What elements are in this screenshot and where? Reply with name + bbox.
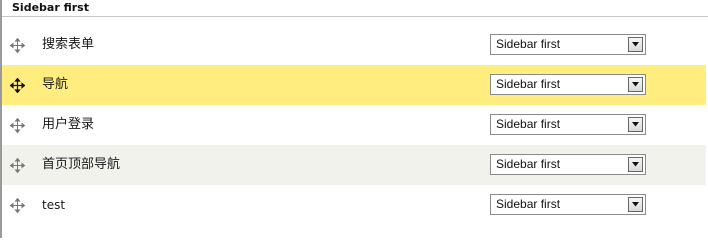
drag-handle-icon[interactable] <box>10 198 25 213</box>
block-table: 搜索表单 Sidebar first 导航 Sidebar first 用户登录… <box>2 25 706 225</box>
region-select-value: Sidebar first <box>496 37 561 51</box>
drag-handle-icon[interactable] <box>10 38 25 53</box>
table-row: 用户登录 Sidebar first <box>2 105 706 145</box>
block-label: 导航 <box>42 77 69 92</box>
region-select-value: Sidebar first <box>496 197 561 211</box>
table-row: 首页顶部导航 Sidebar first <box>2 145 706 185</box>
table-row: 搜索表单 Sidebar first <box>2 25 706 65</box>
dropdown-arrow-icon[interactable] <box>628 117 643 132</box>
dropdown-arrow-icon[interactable] <box>628 157 643 172</box>
drag-handle-icon[interactable] <box>10 78 25 93</box>
table-row: 导航 Sidebar first <box>2 65 706 105</box>
region-select[interactable]: Sidebar first <box>490 74 646 95</box>
drag-handle-icon[interactable] <box>10 158 25 173</box>
region-select-value: Sidebar first <box>496 157 561 171</box>
divider <box>2 16 708 17</box>
table-row: test Sidebar first <box>2 185 706 225</box>
region-select-value: Sidebar first <box>496 77 561 91</box>
block-label: 首页顶部导航 <box>42 157 121 172</box>
drag-handle-icon[interactable] <box>10 118 25 133</box>
region-select[interactable]: Sidebar first <box>490 34 646 55</box>
region-select[interactable]: Sidebar first <box>490 194 646 215</box>
region-select[interactable]: Sidebar first <box>490 154 646 175</box>
region-title: Sidebar first <box>12 1 89 14</box>
region-select[interactable]: Sidebar first <box>490 114 646 135</box>
block-label: test <box>42 198 66 212</box>
dropdown-arrow-icon[interactable] <box>628 37 643 52</box>
dropdown-arrow-icon[interactable] <box>628 77 643 92</box>
dropdown-arrow-icon[interactable] <box>628 197 643 212</box>
block-label: 搜索表单 <box>42 37 95 52</box>
block-label: 用户登录 <box>42 117 95 132</box>
region-select-value: Sidebar first <box>496 117 561 131</box>
